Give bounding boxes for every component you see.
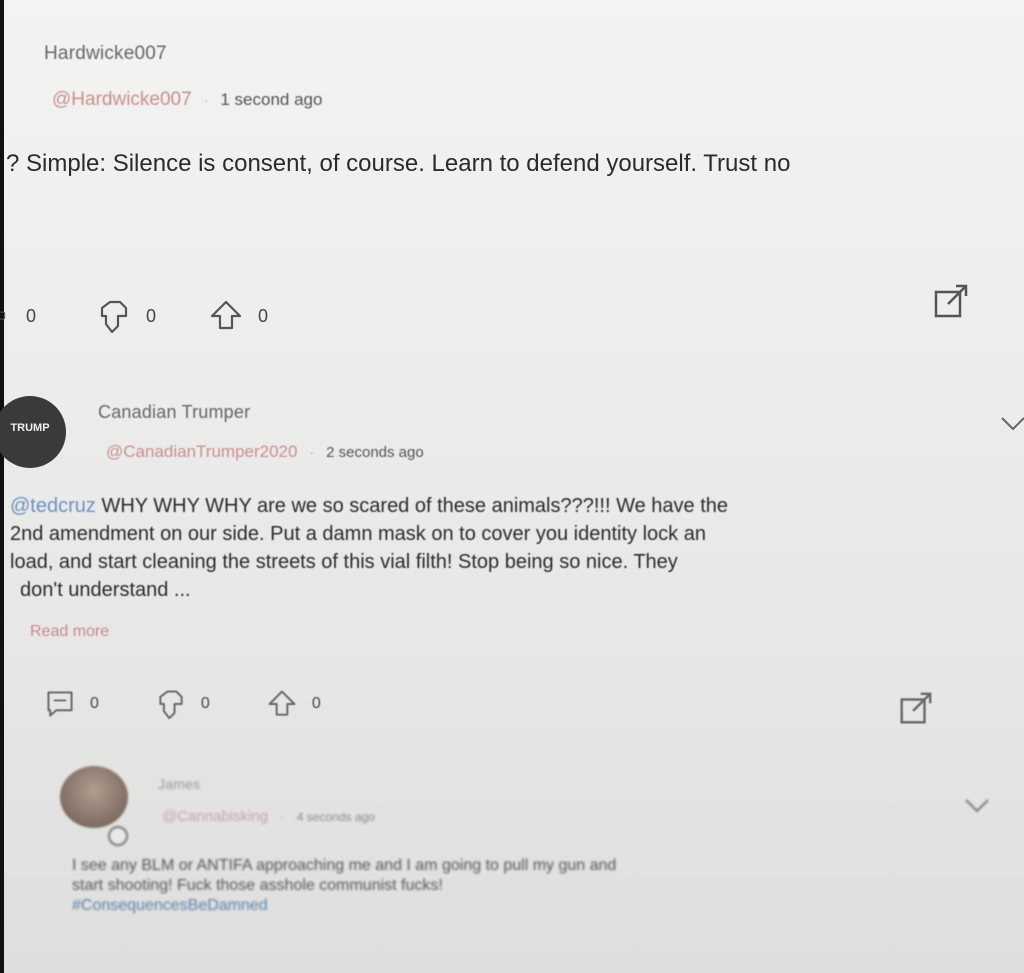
upvote-button[interactable]: 0 — [266, 688, 321, 720]
post-handle[interactable]: @Cannabisking — [162, 808, 268, 825]
upvote-button[interactable]: 0 — [208, 298, 268, 334]
mention-link[interactable]: @tedcruz — [10, 495, 96, 517]
post-actions: 0 0 0 — [0, 298, 320, 334]
post-handle[interactable]: @CanadianTrumper2020 — [106, 442, 297, 462]
text-line: WHY WHY WHY are we so scared of these an… — [95, 495, 729, 517]
comment-icon — [0, 311, 6, 320]
post-meta: @Hardwicke007 · 1 second ago — [52, 89, 322, 111]
upvote-count: 0 — [311, 695, 321, 712]
thumb-down-icon — [100, 300, 128, 334]
thumb-down-icon — [159, 690, 183, 720]
comment-button[interactable]: 0 — [0, 298, 36, 334]
post-username[interactable]: Hardwicke007 — [44, 43, 167, 65]
comment-button[interactable]: 0 — [44, 688, 99, 720]
meta-separator: · — [203, 92, 209, 108]
share-icon[interactable] — [896, 690, 934, 728]
comment-icon — [47, 691, 73, 717]
text-line: don't understand ... — [20, 579, 191, 601]
post-handle[interactable]: @Hardwicke007 — [52, 89, 192, 111]
meta-separator: · — [280, 808, 285, 824]
text-line: start shooting! Fuck those asshole commu… — [72, 877, 443, 894]
post-text: I see any BLM or ANTIFA approaching me a… — [72, 856, 616, 916]
text-line: load, and start cleaning the streets of … — [10, 551, 678, 573]
comment-count: 0 — [90, 695, 99, 712]
monitor-bezel — [0, 0, 4, 973]
avatar[interactable]: TRUMP — [0, 396, 66, 468]
text-line: I see any BLM or ANTIFA approaching me a… — [72, 857, 617, 874]
hashtag-link[interactable]: #ConsequencesBeDamned — [72, 896, 616, 916]
avatar-badge-icon — [108, 826, 128, 846]
downvote-button[interactable]: 0 — [155, 688, 210, 720]
post-time: 1 second ago — [220, 90, 323, 109]
post-meta: @Cannabisking · 4 seconds ago — [162, 808, 375, 825]
thumb-up-icon — [268, 690, 296, 716]
text-line: 2nd amendment on our side. Put a damn ma… — [10, 523, 706, 545]
avatar[interactable] — [60, 766, 128, 828]
upvote-count: 0 — [258, 305, 269, 326]
post-time: 2 seconds ago — [326, 444, 424, 461]
comment-count: 0 — [26, 305, 37, 326]
downvote-button[interactable]: 0 — [96, 298, 156, 334]
post-actions: 0 0 0 — [44, 688, 373, 720]
avatar-label: TRUMP — [10, 422, 50, 434]
read-more-link[interactable]: Read more — [30, 623, 109, 641]
downvote-count: 0 — [200, 695, 210, 712]
screen: Hardwicke007 @Hardwicke007 · 1 second ag… — [0, 0, 1024, 973]
thumb-up-icon — [210, 300, 242, 330]
share-icon[interactable] — [930, 282, 970, 322]
chevron-down-icon[interactable] — [962, 796, 992, 816]
post-username[interactable]: Canadian Trumper — [98, 402, 250, 423]
post-text: @tedcruz WHY WHY WHY are we so scared of… — [10, 492, 728, 604]
post-text: ? Simple: Silence is consent, of course.… — [6, 150, 791, 177]
post-username[interactable]: James — [158, 776, 200, 792]
meta-separator: · — [309, 444, 315, 460]
post-time: 4 seconds ago — [296, 810, 375, 824]
chevron-down-icon[interactable] — [998, 414, 1024, 434]
downvote-count: 0 — [146, 305, 157, 326]
post-meta: @CanadianTrumper2020 · 2 seconds ago — [106, 442, 424, 462]
